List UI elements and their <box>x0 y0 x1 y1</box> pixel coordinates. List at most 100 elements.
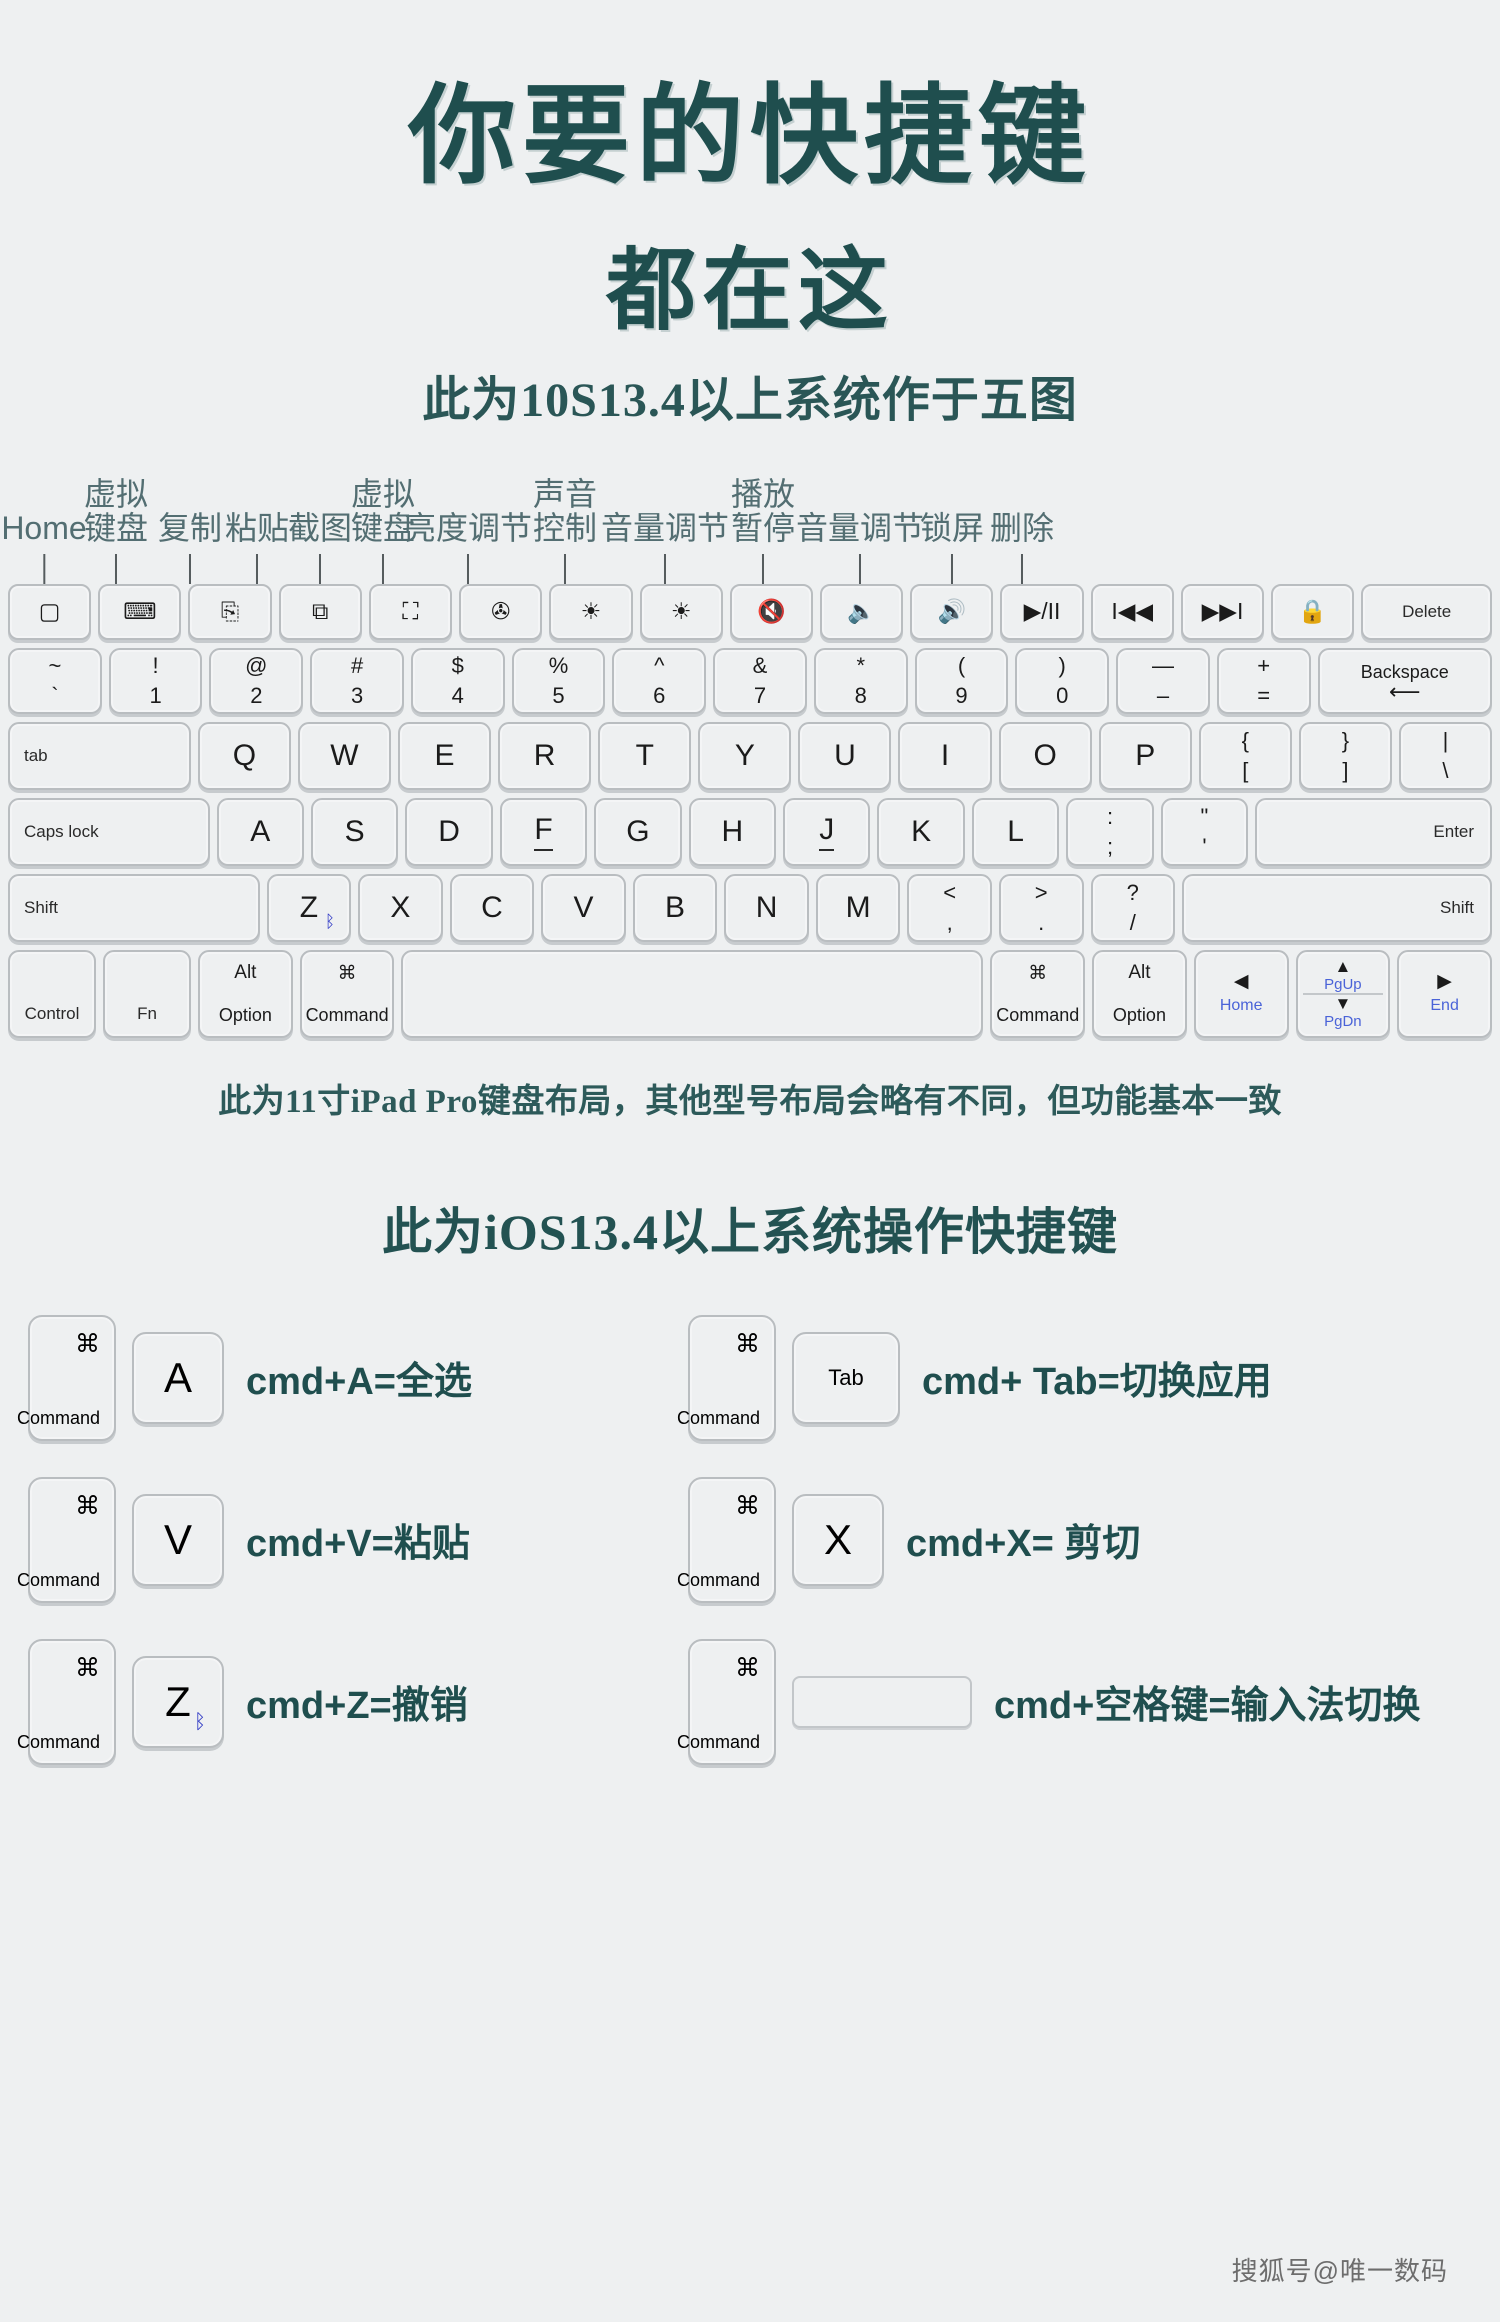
key-shift-right[interactable]: Shift <box>1182 873 1493 942</box>
shortcut-letter-key-a[interactable]: A <box>132 1331 224 1424</box>
key-virtual-keyboard-icon[interactable]: ⌨ <box>98 583 182 640</box>
key-'[interactable]: " ' <box>1160 797 1249 866</box>
key-5[interactable]: % 5 <box>511 647 606 714</box>
key-1[interactable]: ! 1 <box>108 647 203 714</box>
key-mute-icon[interactable]: 🔇 <box>729 583 813 640</box>
key-control[interactable]: Control <box>8 949 96 1038</box>
key-option-left[interactable]: Alt Option <box>198 949 293 1038</box>
shortcut-command-key[interactable]: ⌘ Command <box>677 1314 776 1441</box>
shortcut-key-label: V <box>163 1515 192 1563</box>
key-paste-icon[interactable]: ⧉ <box>278 583 362 640</box>
key-brightness-down-icon[interactable]: ☀ <box>549 583 633 640</box>
key-volume-down-icon[interactable]: 🔈 <box>819 583 904 640</box>
key-q[interactable]: Q <box>197 721 291 790</box>
key-brightness-up-icon[interactable]: ☀ <box>639 583 723 640</box>
shortcut-letter-key-z[interactable]: Zᛒ <box>132 1655 224 1748</box>
key-lock-screen-icon[interactable]: 🔒 <box>1271 583 1355 640</box>
shortcut-command-key[interactable]: ⌘ Command <box>677 1476 776 1603</box>
key-play-pause-icon[interactable]: ▶/II <box>1000 583 1084 640</box>
key-space[interactable] <box>401 949 984 1038</box>
key-command-right[interactable]: ⌘ Command <box>990 949 1086 1038</box>
key-0[interactable]: ) 0 <box>1015 647 1110 714</box>
key-x[interactable]: X <box>358 873 443 942</box>
key-screenshot-icon[interactable]: ⛶ <box>368 583 453 640</box>
key-8[interactable]: * 8 <box>813 647 908 714</box>
key-r[interactable]: R <box>498 721 592 790</box>
key-2[interactable]: @2 <box>209 647 304 714</box>
key-a[interactable]: A <box>216 797 304 866</box>
key-\[interactable]: | \ <box>1398 721 1493 790</box>
key-backspace[interactable]: Backspace ⟵ <box>1317 647 1493 714</box>
key-4[interactable]: $4 <box>410 647 505 714</box>
key-.[interactable]: >. <box>998 873 1084 942</box>
key-o[interactable]: O <box>998 721 1092 790</box>
arrow-right-end-label: End <box>1430 997 1459 1015</box>
key-top-legend: + <box>1257 652 1271 678</box>
key-f[interactable]: F <box>499 797 588 866</box>
key-p[interactable]: P <box>1098 721 1192 790</box>
key-`[interactable]: ~ ` <box>8 647 102 714</box>
key-volume-up-icon[interactable]: 🔊 <box>910 583 994 640</box>
shortcut-command-key[interactable]: ⌘ Command <box>17 1314 116 1441</box>
key-caps-lock[interactable]: Caps lock <box>8 797 210 866</box>
key-h[interactable]: H <box>688 797 777 866</box>
key-enter[interactable]: Enter <box>1255 797 1493 866</box>
shortcut-tab-key[interactable]: Tab <box>792 1331 900 1424</box>
key-arrow-right[interactable]: ▶ End <box>1397 949 1492 1038</box>
key-z[interactable]: Zᛒ <box>266 873 352 942</box>
key-shift-left[interactable]: Shift <box>8 873 260 942</box>
key-fn[interactable]: Fn <box>103 949 191 1038</box>
key-u[interactable]: U <box>798 721 892 790</box>
key-m[interactable]: M <box>815 873 901 942</box>
pgup-label: PgUp <box>1324 975 1362 993</box>
key-3[interactable]: #3 <box>310 647 404 714</box>
shortcut-space-key[interactable] <box>792 1675 972 1728</box>
key-i[interactable]: I <box>898 721 992 790</box>
key-e[interactable]: E <box>398 721 492 790</box>
key-7[interactable]: & 7 <box>713 647 807 714</box>
key-j[interactable]: J <box>783 797 871 866</box>
command-key-label: Command <box>16 1731 100 1752</box>
key-previous-track-icon[interactable]: I◀◀ <box>1090 583 1174 640</box>
key-option-right[interactable]: Alt Option <box>1092 949 1187 1038</box>
key-/[interactable]: ? / <box>1090 873 1176 942</box>
key-top-legend: * <box>856 652 866 678</box>
key-copy-icon[interactable]: ⎘ <box>188 583 272 640</box>
key-l[interactable]: L <box>971 797 1060 866</box>
key-b[interactable]: B <box>632 873 718 942</box>
key-[[interactable]: {[ <box>1198 721 1292 790</box>
shortcut-command-key[interactable]: ⌘ Command <box>17 1476 116 1603</box>
shortcut-description: cmd+ Tab=切换应用 <box>922 1361 1272 1404</box>
key-t[interactable]: T <box>598 721 692 790</box>
key-g[interactable]: G <box>594 797 682 866</box>
key-=[interactable]: + = <box>1216 647 1311 714</box>
key-command-left[interactable]: ⌘ Command <box>299 949 395 1038</box>
key-arrow-left[interactable]: ◀ Home <box>1193 949 1289 1038</box>
key-v[interactable]: V <box>541 873 626 942</box>
key-y[interactable]: Y <box>698 721 792 790</box>
key-c[interactable]: C <box>449 873 535 942</box>
key-9[interactable]: (9 <box>914 647 1009 714</box>
key-–[interactable]: — – <box>1116 647 1210 714</box>
key-s[interactable]: S <box>310 797 399 866</box>
key-tab[interactable]: tab <box>8 721 191 790</box>
key-w[interactable]: W <box>297 721 391 790</box>
key-n[interactable]: N <box>724 873 809 942</box>
annotation-12: 删除 <box>990 511 1054 584</box>
shortcut-letter-key-x[interactable]: X <box>792 1493 884 1586</box>
key-k[interactable]: K <box>877 797 965 866</box>
annotation-tick <box>858 553 861 584</box>
key-][interactable]: }] <box>1298 721 1392 790</box>
key-arrow-updown[interactable]: ▲ PgUp ▼ PgDn <box>1295 949 1391 1038</box>
key-;[interactable]: :; <box>1066 797 1154 866</box>
shortcut-letter-key-v[interactable]: V <box>132 1493 224 1586</box>
shortcut-command-key[interactable]: ⌘ Command <box>17 1638 116 1765</box>
key-dictation-icon[interactable]: ✇ <box>459 583 543 640</box>
key-6[interactable]: ^ 6 <box>612 647 707 714</box>
key-next-track-icon[interactable]: ▶▶I <box>1180 583 1265 640</box>
shortcut-command-key[interactable]: ⌘ Command <box>677 1638 776 1765</box>
key-home-square-icon[interactable]: ▢ <box>8 583 92 640</box>
key-delete-key[interactable]: Delete <box>1361 583 1493 640</box>
key-,[interactable]: <, <box>907 873 992 942</box>
key-d[interactable]: D <box>405 797 493 866</box>
